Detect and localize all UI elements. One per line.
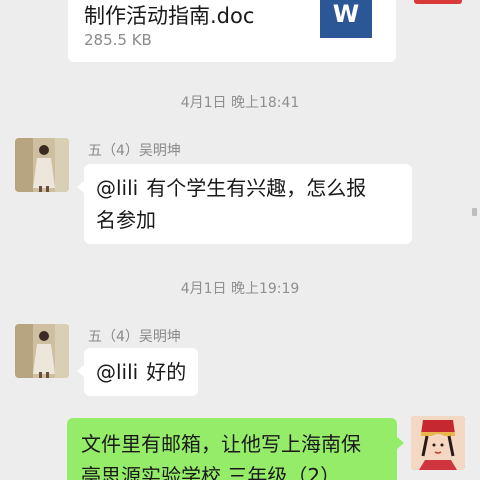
- message-bubble[interactable]: @lili 有个学生有兴趣，怎么报 名参加: [77, 164, 412, 244]
- message-bubble[interactable]: @lili 好的: [76, 348, 199, 396]
- avatar-photo-icon: [15, 138, 69, 192]
- sender-name: 五（4）吴明坤: [88, 329, 181, 345]
- mention-tag[interactable]: @lili: [96, 176, 138, 200]
- message-text: 好的: [146, 360, 187, 384]
- message-text-line: @lili 有个学生有兴趣，怎么报: [96, 172, 400, 204]
- file-message-card[interactable]: 制作活动指南.doc 285.5 KB W: [68, 0, 396, 62]
- avatar-photo-icon: [411, 416, 465, 470]
- own-avatar[interactable]: [411, 416, 465, 470]
- file-size: 285.5 KB: [84, 31, 152, 49]
- scrollbar-indicator[interactable]: [472, 208, 477, 216]
- message-text-line: 文件里有邮箱，让他写上海南保: [81, 432, 361, 456]
- message-timestamp: 4月1日 晚上19:19: [180, 281, 300, 297]
- avatar[interactable]: [15, 324, 69, 378]
- sender-name: 五（4）吴明坤: [88, 143, 181, 159]
- word-file-icon: W: [320, 0, 372, 38]
- message-text-line: 亭思源实验学校 三年级（2）: [81, 464, 341, 480]
- avatar[interactable]: [15, 138, 69, 192]
- message-text-line: 名参加: [96, 208, 156, 232]
- message-timestamp: 4月1日 晚上18:41: [180, 95, 300, 111]
- mention-tag[interactable]: @lili: [96, 360, 138, 384]
- avatar-edge: [414, 0, 462, 4]
- avatar-photo-icon: [15, 324, 69, 378]
- outgoing-message-bubble[interactable]: 文件里有邮箱，让他写上海南保 亭思源实验学校 三年级（2）: [67, 418, 404, 480]
- message-text: 有个学生有兴趣，怎么报: [146, 176, 367, 200]
- file-name: 制作活动指南.doc: [84, 4, 255, 28]
